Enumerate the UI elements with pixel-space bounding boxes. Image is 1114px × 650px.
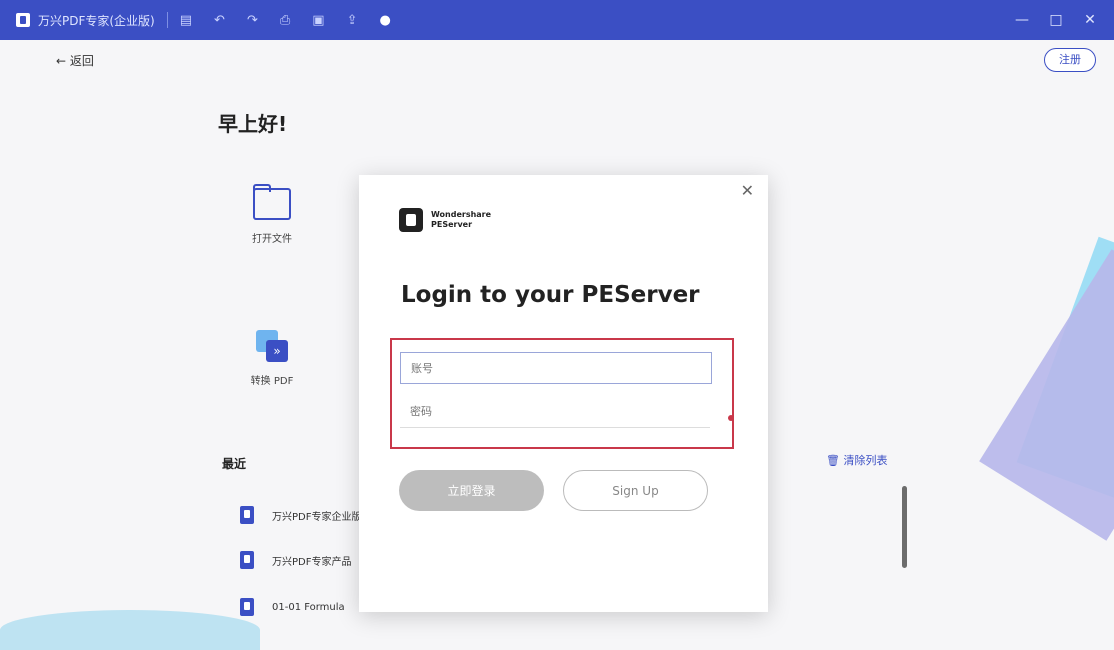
window-title: 万兴PDF专家(企业版): [38, 13, 155, 28]
pdf-file-icon: [240, 598, 254, 616]
close-icon[interactable]: ✕: [1076, 12, 1104, 28]
dialog-heading: Login to your PEServer: [401, 282, 700, 308]
peserver-logo-icon: [399, 208, 423, 232]
close-icon[interactable]: ✕: [741, 181, 754, 200]
toolbar-divider: [166, 12, 168, 28]
save-icon[interactable]: ▣: [312, 13, 324, 28]
print-icon[interactable]: ⎙: [280, 13, 290, 28]
clear-recent-button[interactable]: 🗑 清除列表: [826, 452, 887, 468]
back-button[interactable]: ← 返回: [56, 52, 94, 69]
decorative-wave: [0, 610, 260, 650]
brand-logo: Wondershare PEServer: [399, 208, 491, 232]
decorative-shape: [979, 249, 1114, 541]
recent-scrollbar[interactable]: [902, 486, 907, 568]
window-controls: — □ ✕: [1002, 0, 1104, 40]
recent-section-title: 最近: [222, 457, 247, 471]
recent-item[interactable]: 万兴PDF专家企业版: [240, 505, 361, 525]
open-file-label: 打开文件: [252, 234, 292, 245]
brand-line-1: Wondershare: [431, 210, 492, 219]
help-icon[interactable]: ●: [379, 13, 390, 28]
recent-item[interactable]: 万兴PDF专家产品: [240, 550, 351, 570]
brand-line-2: PEServer: [431, 220, 473, 229]
greeting-title: 早上好!: [218, 112, 288, 136]
pdf-file-icon: [240, 506, 254, 524]
share-icon[interactable]: ⇪: [347, 13, 358, 28]
recent-item-name: 万兴PDF专家产品: [272, 556, 352, 568]
password-input[interactable]: [400, 396, 710, 428]
username-input[interactable]: [400, 352, 712, 384]
folder-icon: [253, 184, 291, 220]
app-logo-icon: [16, 13, 30, 27]
redo-icon[interactable]: ↷: [247, 13, 258, 28]
title-bar: 万兴PDF专家(企业版) ▤ ↶ ↷ ⎙ ▣ ⇪ ● — □ ✕: [0, 0, 1114, 40]
login-button[interactable]: 立即登录: [399, 470, 544, 511]
undo-icon[interactable]: ↶: [214, 13, 225, 28]
recent-item-name: 01-01 Formula: [272, 601, 345, 613]
credentials-highlight: [390, 338, 734, 449]
convert-icon: »: [256, 330, 288, 362]
recent-item[interactable]: 01-01 Formula: [240, 597, 345, 617]
file-icon[interactable]: ▤: [180, 13, 192, 28]
signup-button[interactable]: Sign Up: [563, 470, 708, 511]
login-dialog: ✕ Wondershare PEServer Login to your PES…: [359, 175, 768, 612]
recent-item-name: 万兴PDF专家企业版: [272, 511, 362, 523]
clear-recent-label: 清除列表: [843, 454, 888, 467]
minimize-icon[interactable]: —: [1008, 12, 1036, 28]
maximize-icon[interactable]: □: [1042, 12, 1070, 28]
trash-icon: 🗑: [826, 454, 840, 467]
pdf-file-icon: [240, 551, 254, 569]
open-file-tool[interactable]: 打开文件: [242, 184, 302, 245]
brand-name: Wondershare PEServer: [431, 210, 491, 230]
signup-pill-button[interactable]: 注册: [1044, 48, 1096, 72]
convert-pdf-tool[interactable]: » 转换 PDF: [242, 330, 302, 387]
highlight-marker: [728, 415, 734, 421]
convert-pdf-label: 转换 PDF: [250, 376, 294, 387]
